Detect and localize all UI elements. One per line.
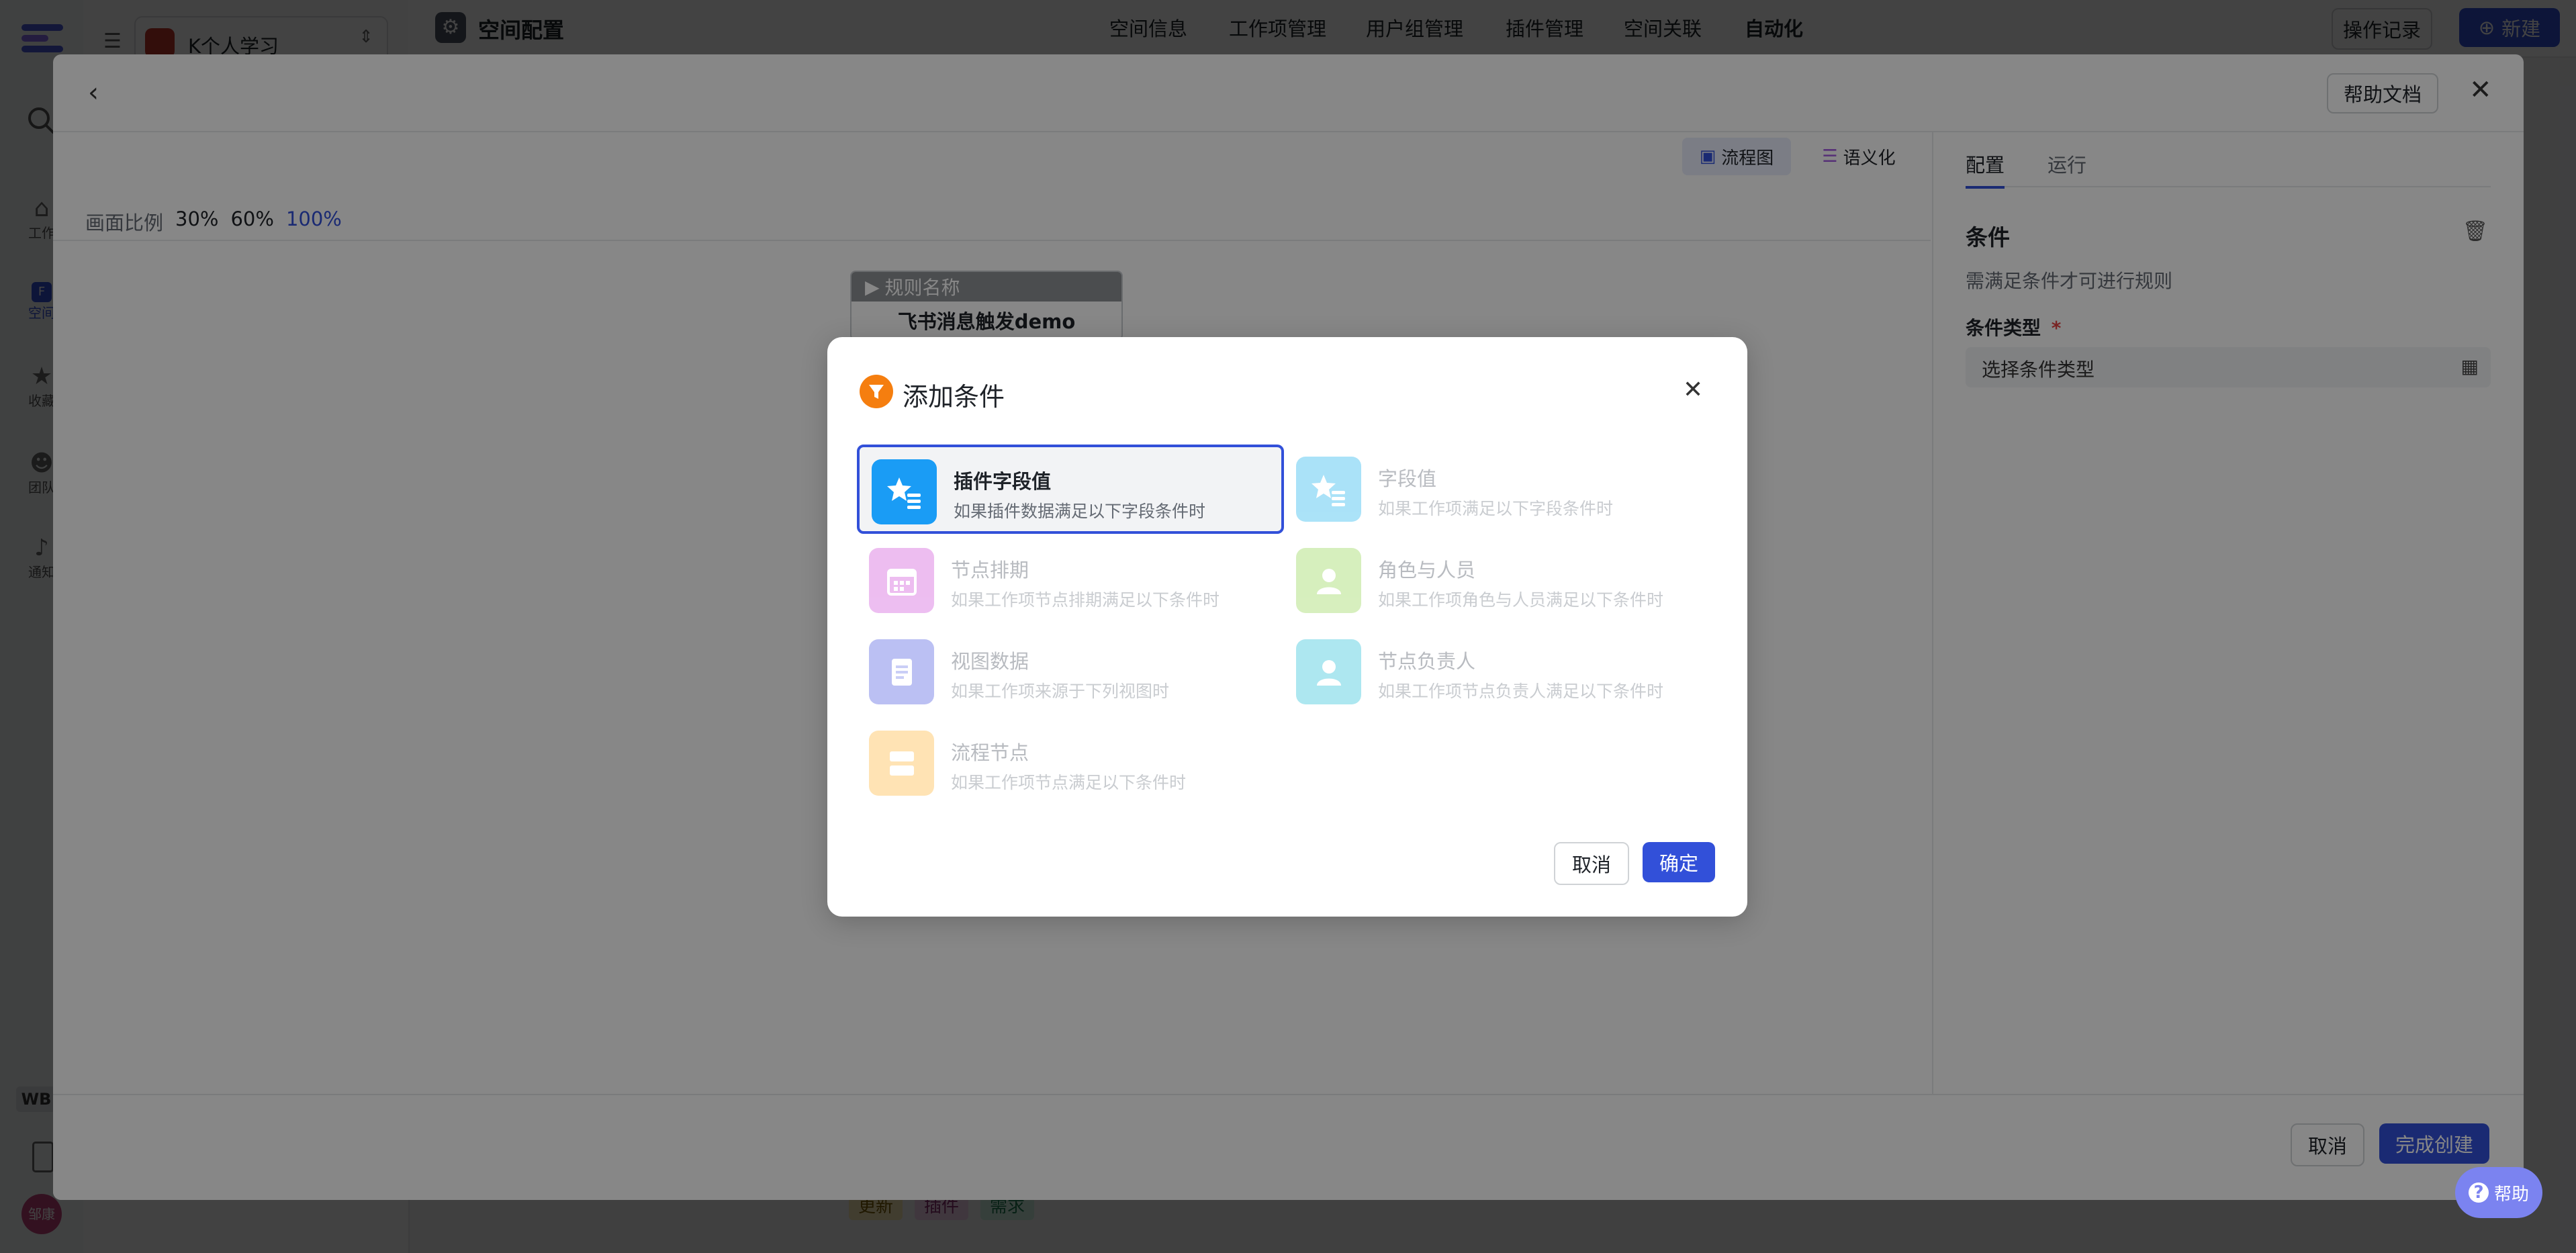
user-icon [1296,639,1361,704]
document-icon [869,639,934,704]
star-list-icon [1296,457,1361,522]
filter-icon [860,375,893,408]
condition-option-desc: 如果工作项节点负责人满足以下条件时 [1378,682,1664,701]
condition-option-desc: 如果工作项角色与人员满足以下条件时 [1378,590,1664,610]
condition-option[interactable]: 插件字段值如果插件数据满足以下字段条件时 [857,445,1284,534]
add-condition-modal: 添加条件 ✕ 插件字段值 如果插件数据满足以下字段条件时 字段值 如果工作项满足以下字… [827,337,1747,917]
condition-option-title: 视图数据 [951,650,1029,673]
condition-option[interactable]: 节点负责人如果工作项节点负责人满足以下条件时 [1284,627,1711,716]
condition-option[interactable]: 角色与人员如果工作项角色与人员满足以下条件时 [1284,536,1711,625]
condition-option[interactable]: 视图数据如果工作项来源于下列视图时 [857,627,1284,716]
condition-option-title: 节点排期 [951,559,1029,582]
help-label: 帮助 [2493,1184,2529,1205]
help-fab[interactable]: ? 帮助 [2455,1167,2542,1218]
condition-option-desc: 如果工作项节点满足以下条件时 [951,773,1187,792]
calendar-icon [869,548,934,613]
user-icon [1296,548,1361,613]
flow-node-icon [869,731,934,796]
modal-cancel-button[interactable]: 取消 [1554,842,1629,885]
condition-option-title: 插件字段值 [954,470,1052,493]
condition-option-title: 流程节点 [951,741,1029,764]
condition-option-desc: 如果工作项来源于下列视图时 [951,682,1170,701]
condition-option[interactable]: 节点排期如果工作项节点排期满足以下条件时 [857,536,1284,625]
condition-option[interactable]: 流程节点如果工作项节点满足以下条件时 [857,718,1284,808]
modal-confirm-button[interactable]: 确定 [1643,842,1715,882]
close-icon[interactable]: ✕ [1683,376,1703,404]
modal-title: 添加条件 [903,382,1005,412]
condition-option-desc: 如果工作项节点排期满足以下条件时 [951,590,1220,610]
condition-option-title: 字段值 [1378,467,1437,490]
condition-option-desc: 如果插件数据满足以下字段条件时 [954,502,1206,521]
star-list-icon [872,459,937,524]
condition-option-title: 节点负责人 [1378,650,1476,673]
help-icon: ? [2468,1182,2489,1203]
condition-option-desc: 如果工作项满足以下字段条件时 [1378,499,1614,518]
condition-option-title: 角色与人员 [1378,559,1476,582]
condition-option[interactable]: 字段值如果工作项满足以下字段条件时 [1284,445,1711,534]
